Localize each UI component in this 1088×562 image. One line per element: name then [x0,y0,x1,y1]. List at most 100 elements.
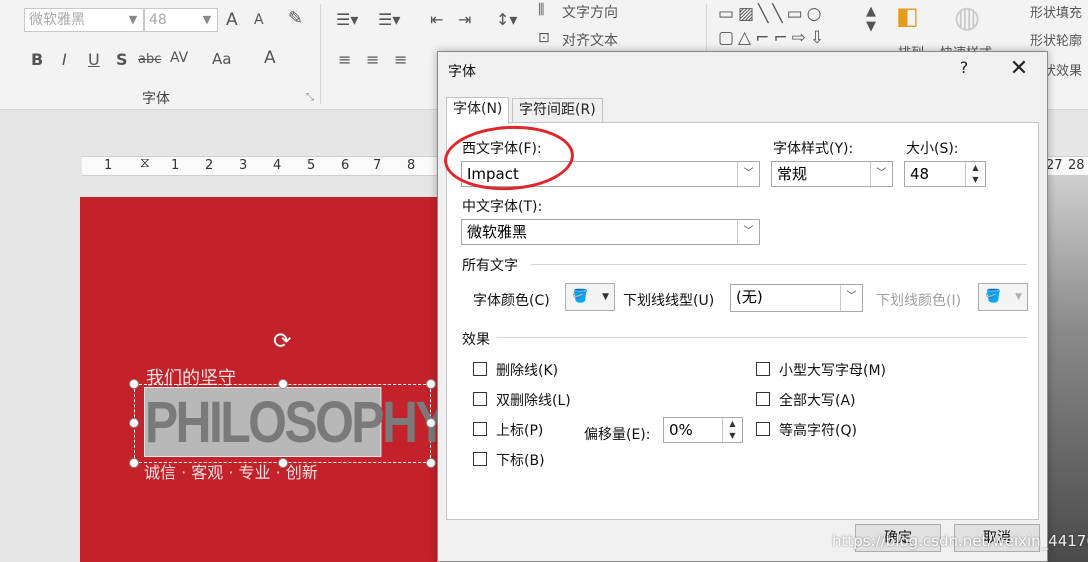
all-caps-checkbox[interactable] [756,392,770,406]
shape-outline-button[interactable]: 形状轮廓 [1030,30,1082,49]
font-size-combo[interactable]: 48 ▼ [144,8,218,32]
chevron-down-icon[interactable]: ﹀ [870,162,892,186]
offset-spin-buttons[interactable]: ▲ ▼ [722,418,742,442]
decrease-indent-icon[interactable]: ⇤ [430,10,443,29]
equalize-height-label[interactable]: 等高字符(Q) [779,420,857,440]
spin-up-icon[interactable]: ▲ [723,418,742,430]
ruler-tick: 1 [104,158,113,173]
text-shadow-button[interactable]: S [116,50,128,69]
group-divider [497,337,1027,338]
quick-styles-icon[interactable]: ◍ [954,0,980,35]
watermark-text: https://blog.csdn.net/weixin_44176423 [832,532,1088,550]
tab-character-spacing-label: 字符间距(R) [519,102,596,118]
shape-fill-button[interactable]: 形状填充 [1030,2,1082,21]
tab-font[interactable]: 字体(N) [446,97,510,124]
char-spacing-button[interactable]: AV [170,50,188,66]
offset-stepper[interactable]: 0% ▲ ▼ [663,417,743,443]
align-text-button[interactable]: 对齐文本 [562,30,618,50]
numbering-icon[interactable]: ☰▾ [378,10,400,29]
tab-font-label: 字体(N) [453,101,503,117]
all-caps-label[interactable]: 全部大写(A) [779,390,856,410]
ruler-tick: 1 [171,158,180,173]
strikethrough-checkbox[interactable] [473,362,487,376]
close-icon[interactable]: ✕ [1006,56,1032,81]
double-strikethrough-checkbox[interactable] [473,392,487,406]
font-size-stepper[interactable]: 48 ▲ ▼ [904,161,986,187]
strikethrough-button[interactable]: abc [138,52,161,67]
subscript-checkbox[interactable] [473,452,487,466]
bullets-icon[interactable]: ☰▾ [336,10,358,29]
resize-handle[interactable] [129,379,139,389]
resize-handle[interactable] [278,458,288,468]
shapes-gallery-row2[interactable]: ▢△⌐⌐⇨⇩ [718,28,828,48]
align-right-icon[interactable]: ≡ [394,50,407,69]
slide-canvas[interactable]: 我们的坚守 PHILOSOPHY 诚信 · 客观 · 专业 · 创新 ⟳ [80,197,449,562]
chevron-down-icon[interactable]: ﹀ [737,220,759,244]
subscript-label[interactable]: 下标(B) [496,450,545,470]
slide-tagline[interactable]: 诚信 · 客观 · 专业 · 创新 [144,459,318,483]
resize-handle[interactable] [129,458,139,468]
change-case-button[interactable]: Aa [212,50,231,68]
font-style-label: 字体样式(Y): [773,141,854,157]
grow-font-button[interactable]: A [226,10,238,30]
rotate-handle-icon[interactable]: ⟳ [273,331,295,353]
horizontal-ruler[interactable]: 1 ⧖ 1 2 3 4 5 6 7 8 [82,155,442,176]
underline-color-picker: 🪣 ▼ [978,283,1028,311]
text-direction-button[interactable]: 文字方向 [562,2,618,22]
font-size-value: 48 [910,165,930,183]
cjk-font-select[interactable]: 微软雅黑 ﹀ [461,219,760,245]
chevron-down-icon[interactable]: ﹀ [840,285,862,311]
align-text-icon[interactable]: ⊡ [538,30,550,46]
resize-handle[interactable] [426,379,436,389]
chevron-down-icon[interactable]: ﹀ [737,162,759,186]
ruler-tick: 6 [341,158,350,173]
underline-button[interactable]: U [88,50,100,69]
bold-button[interactable]: B [31,50,43,69]
font-style-value: 常规 [777,165,808,183]
small-caps-checkbox[interactable] [756,362,770,376]
arrange-icon[interactable]: ◧ [896,2,919,30]
ruler-tick: 3 [239,158,248,173]
font-name-combo[interactable]: 微软雅黑 ▼ [24,8,144,32]
line-spacing-icon[interactable]: ↕▾ [496,10,517,29]
gallery-scroll-icon[interactable]: ▲ ▼ [866,4,876,34]
chevron-down-icon[interactable]: ▼ [123,9,143,31]
resize-handle[interactable] [426,458,436,468]
ruler-tick: 27 [1046,158,1063,173]
spin-up-icon[interactable]: ▲ [966,162,985,174]
font-style-select[interactable]: 常规 ﹀ [771,161,893,187]
ruler-tick: 4 [273,158,282,173]
strikethrough-label[interactable]: 删除线(K) [496,360,558,380]
align-left-icon[interactable]: ≡ [338,50,351,69]
equalize-height-checkbox[interactable] [756,422,770,436]
resize-handle[interactable] [426,418,436,428]
italic-button[interactable]: I [62,50,67,69]
slide-title-textbox[interactable]: PHILOSOPHY [144,387,449,457]
clear-format-icon[interactable]: ✎ [288,8,303,29]
background-photo [1046,175,1088,562]
group-divider [320,4,321,104]
resize-handle[interactable] [278,379,288,389]
shapes-gallery-row1[interactable]: ▭▨╲╲▭○ [718,4,826,24]
size-spin-buttons[interactable]: ▲ ▼ [965,162,985,186]
spin-down-icon[interactable]: ▼ [723,430,742,442]
chevron-down-icon[interactable]: ▼ [197,9,217,31]
dialog-launcher-icon[interactable]: ⤡ [306,92,314,103]
align-center-icon[interactable]: ≡ [366,50,379,69]
double-strikethrough-label[interactable]: 双删除线(L) [496,390,571,410]
font-color-picker[interactable]: 🪣 ▼ [565,283,615,311]
shrink-font-button[interactable]: A [254,12,264,28]
superscript-label[interactable]: 上标(P) [496,420,543,440]
resize-handle[interactable] [129,418,139,428]
superscript-checkbox[interactable] [473,422,487,436]
indent-marker-icon[interactable]: ⧖ [140,155,150,171]
spin-down-icon[interactable]: ▼ [966,174,985,186]
ruler-tick: 7 [373,158,382,173]
increase-indent-icon[interactable]: ⇥ [458,10,471,29]
tab-character-spacing[interactable]: 字符间距(R) [512,98,603,123]
help-button[interactable]: ? [954,58,974,77]
underline-style-select[interactable]: (无) ﹀ [730,284,863,312]
font-color-button[interactable]: A [264,48,276,68]
small-caps-label[interactable]: 小型大写字母(M) [779,360,886,380]
text-direction-icon[interactable]: ⫼ [538,2,544,18]
